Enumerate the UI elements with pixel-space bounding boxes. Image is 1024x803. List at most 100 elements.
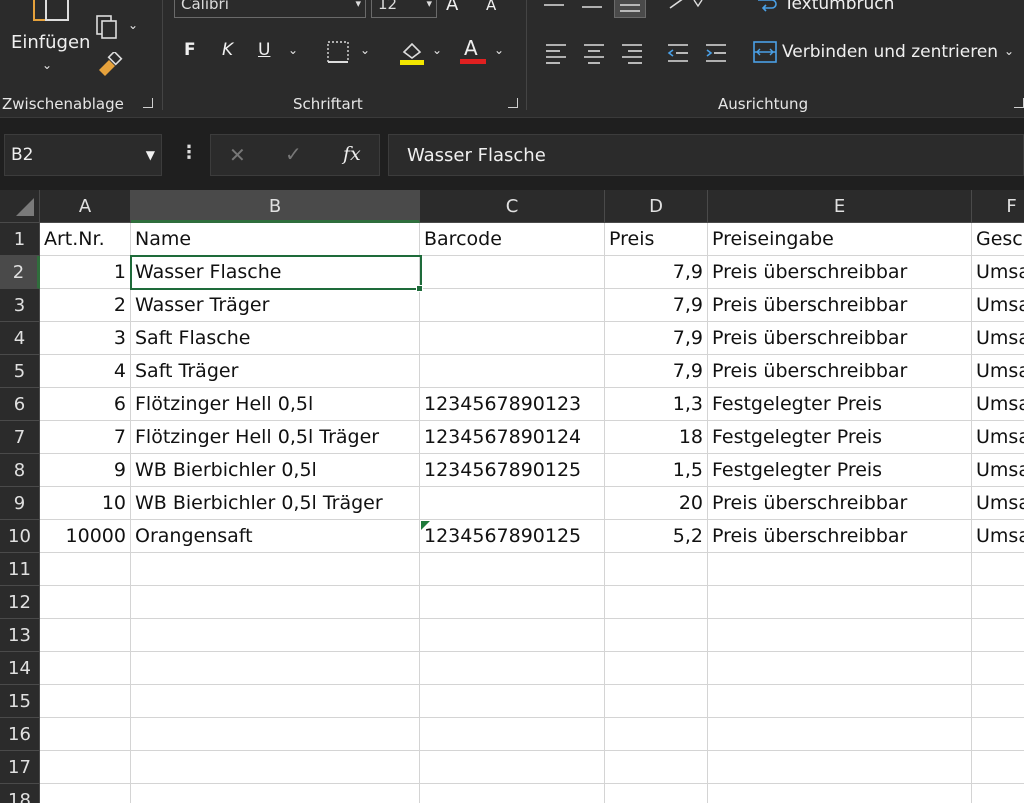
cell-c17[interactable] (420, 751, 605, 784)
cell-b8[interactable]: WB Bierbichler 0,5l (131, 454, 420, 487)
cell-a2[interactable]: 1 (40, 256, 131, 289)
cell-e5[interactable]: Preis überschreibbar (708, 355, 972, 388)
cell-e4[interactable]: Preis überschreibbar (708, 322, 972, 355)
cell-a5[interactable]: 4 (40, 355, 131, 388)
cell-e6[interactable]: Festgelegter Preis (708, 388, 972, 421)
cell-e7[interactable]: Festgelegter Preis (708, 421, 972, 454)
merge-center-icon[interactable] (752, 40, 778, 68)
align-top-icon[interactable] (542, 0, 566, 17)
cell-c1[interactable]: Barcode (420, 223, 605, 256)
confirm-icon[interactable]: ✓ (285, 142, 302, 166)
cell-e11[interactable] (708, 553, 972, 586)
wrap-text-button[interactable]: Textumbruch (784, 0, 894, 14)
cell-a1[interactable]: Art.Nr. (40, 223, 131, 256)
cell-d3[interactable]: 7,9 (605, 289, 708, 322)
cell-d18[interactable] (605, 784, 708, 803)
cell-a3[interactable]: 2 (40, 289, 131, 322)
cell-e3[interactable]: Preis überschreibbar (708, 289, 972, 322)
underline-dropdown-icon[interactable]: ⌄ (288, 43, 298, 57)
cell-f13[interactable] (972, 619, 1024, 652)
cell-a17[interactable] (40, 751, 131, 784)
cell-f14[interactable] (972, 652, 1024, 685)
insert-function-icon[interactable]: fx (343, 143, 361, 165)
cell-d1[interactable]: Preis (605, 223, 708, 256)
cell-d2[interactable]: 7,9 (605, 256, 708, 289)
cell-f3[interactable]: Umsa (972, 289, 1024, 322)
cell-f15[interactable] (972, 685, 1024, 718)
bold-button[interactable]: F (184, 40, 196, 60)
row-header-5[interactable]: 5 (0, 355, 40, 388)
name-box[interactable]: B2 ▼ (4, 134, 162, 176)
cell-f12[interactable] (972, 586, 1024, 619)
cell-c15[interactable] (420, 685, 605, 718)
cell-e8[interactable]: Festgelegter Preis (708, 454, 972, 487)
cell-f18[interactable] (972, 784, 1024, 803)
cell-a8[interactable]: 9 (40, 454, 131, 487)
formula-input[interactable]: Wasser Flasche (388, 134, 1024, 176)
cell-c18[interactable] (420, 784, 605, 803)
row-header-17[interactable]: 17 (0, 751, 40, 784)
cell-d10[interactable]: 5,2 (605, 520, 708, 553)
borders-dropdown-icon[interactable]: ⌄ (360, 43, 370, 57)
cell-d12[interactable] (605, 586, 708, 619)
cell-c10[interactable]: 1234567890125 (420, 520, 605, 553)
column-header-b[interactable]: B (131, 190, 420, 223)
cell-a11[interactable] (40, 553, 131, 586)
font-name-select[interactable]: Calibri ▾ (174, 0, 366, 18)
column-header-d[interactable]: D (605, 190, 708, 223)
row-header-7[interactable]: 7 (0, 421, 40, 454)
cell-f6[interactable]: Umsa (972, 388, 1024, 421)
cell-c6[interactable]: 1234567890123 (420, 388, 605, 421)
cell-b12[interactable] (131, 586, 420, 619)
row-header-9[interactable]: 9 (0, 487, 40, 520)
cell-b9[interactable]: WB Bierbichler 0,5l Träger (131, 487, 420, 520)
row-header-13[interactable]: 13 (0, 619, 40, 652)
cell-d13[interactable] (605, 619, 708, 652)
cell-c8[interactable]: 1234567890125 (420, 454, 605, 487)
cell-a13[interactable] (40, 619, 131, 652)
cell-e9[interactable]: Preis überschreibbar (708, 487, 972, 520)
copy-icon[interactable] (94, 14, 120, 44)
cell-b18[interactable] (131, 784, 420, 803)
column-header-e[interactable]: E (708, 190, 972, 223)
cell-e15[interactable] (708, 685, 972, 718)
copy-dropdown-icon[interactable]: ⌄ (128, 18, 138, 32)
align-left-icon[interactable] (544, 42, 568, 68)
cell-e16[interactable] (708, 718, 972, 751)
cell-d6[interactable]: 1,3 (605, 388, 708, 421)
cell-b13[interactable] (131, 619, 420, 652)
align-right-icon[interactable] (620, 42, 644, 68)
cell-a9[interactable]: 10 (40, 487, 131, 520)
italic-button[interactable]: K (222, 40, 233, 60)
cell-b4[interactable]: Saft Flasche (131, 322, 420, 355)
font-launcher-icon[interactable] (508, 98, 518, 108)
orientation-icon[interactable] (668, 0, 708, 16)
cell-a16[interactable] (40, 718, 131, 751)
fill-color-dropdown-icon[interactable]: ⌄ (432, 43, 442, 57)
row-header-16[interactable]: 16 (0, 718, 40, 751)
align-middle-icon[interactable] (580, 0, 604, 17)
cell-c14[interactable] (420, 652, 605, 685)
cell-a7[interactable]: 7 (40, 421, 131, 454)
cell-b17[interactable] (131, 751, 420, 784)
cell-e17[interactable] (708, 751, 972, 784)
wrap-text-icon[interactable] (756, 0, 778, 18)
cell-b10[interactable]: Orangensaft (131, 520, 420, 553)
cell-c7[interactable]: 1234567890124 (420, 421, 605, 454)
cell-d11[interactable] (605, 553, 708, 586)
cancel-icon[interactable]: ✕ (229, 143, 246, 167)
cell-f7[interactable]: Umsa (972, 421, 1024, 454)
row-header-18[interactable]: 18 (0, 784, 40, 803)
cell-c11[interactable] (420, 553, 605, 586)
decrease-indent-icon[interactable] (666, 42, 690, 68)
grow-font-icon[interactable]: A (446, 0, 458, 15)
font-size-select[interactable]: 12 ▾ (371, 0, 437, 18)
font-color-icon[interactable]: A (460, 36, 488, 66)
cell-e13[interactable] (708, 619, 972, 652)
row-header-11[interactable]: 11 (0, 553, 40, 586)
cell-c13[interactable] (420, 619, 605, 652)
cell-a6[interactable]: 6 (40, 388, 131, 421)
column-header-f[interactable]: F (972, 190, 1024, 223)
alignment-launcher-icon[interactable] (1014, 98, 1024, 108)
cell-f8[interactable]: Umsa (972, 454, 1024, 487)
